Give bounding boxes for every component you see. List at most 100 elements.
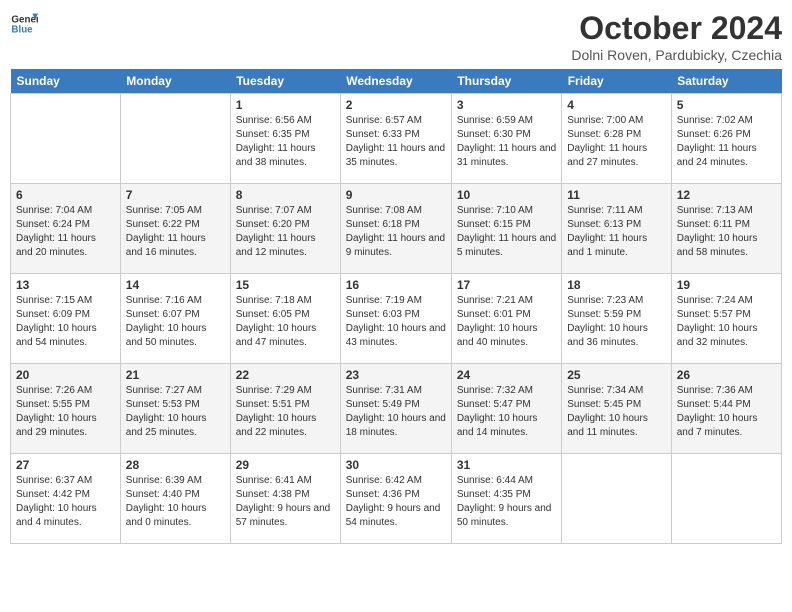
week-row-5: 27 Sunrise: 6:37 AM Sunset: 4:42 PM Dayli… <box>11 454 782 544</box>
day-info: Sunrise: 7:11 AM Sunset: 6:13 PM Dayligh… <box>567 204 666 260</box>
calendar-cell: 15 Sunrise: 7:18 AM Sunset: 6:05 PM Dayli… <box>230 274 340 364</box>
day-number: 7 <box>126 188 225 202</box>
day-number: 11 <box>567 188 666 202</box>
calendar-cell: 2 Sunrise: 6:57 AM Sunset: 6:33 PM Daylig… <box>340 94 451 184</box>
day-header-friday: Friday <box>562 69 672 94</box>
month-title: October 2024 <box>571 10 782 47</box>
day-number: 18 <box>567 278 666 292</box>
calendar-cell <box>671 454 781 544</box>
day-info: Sunrise: 6:59 AM Sunset: 6:30 PM Dayligh… <box>457 114 556 170</box>
day-info: Sunrise: 7:31 AM Sunset: 5:49 PM Dayligh… <box>346 384 446 440</box>
day-number: 24 <box>457 368 556 382</box>
calendar-cell: 11 Sunrise: 7:11 AM Sunset: 6:13 PM Dayli… <box>562 184 672 274</box>
day-info: Sunrise: 6:39 AM Sunset: 4:40 PM Dayligh… <box>126 474 225 530</box>
day-info: Sunrise: 6:42 AM Sunset: 4:36 PM Dayligh… <box>346 474 446 530</box>
calendar-table: SundayMondayTuesdayWednesdayThursdayFrid… <box>10 69 782 544</box>
calendar-cell: 16 Sunrise: 7:19 AM Sunset: 6:03 PM Dayli… <box>340 274 451 364</box>
day-info: Sunrise: 7:05 AM Sunset: 6:22 PM Dayligh… <box>126 204 225 260</box>
calendar-cell: 7 Sunrise: 7:05 AM Sunset: 6:22 PM Daylig… <box>120 184 230 274</box>
day-info: Sunrise: 7:21 AM Sunset: 6:01 PM Dayligh… <box>457 294 556 350</box>
day-info: Sunrise: 6:37 AM Sunset: 4:42 PM Dayligh… <box>16 474 115 530</box>
calendar-cell: 22 Sunrise: 7:29 AM Sunset: 5:51 PM Dayli… <box>230 364 340 454</box>
day-header-monday: Monday <box>120 69 230 94</box>
week-row-2: 6Sunrise: 7:04 AM Sunset: 6:24 PM Daylig… <box>11 184 782 274</box>
calendar-cell: 19Sunrise: 7:24 AM Sunset: 5:57 PM Dayli… <box>671 274 781 364</box>
calendar-cell: 13 Sunrise: 7:15 AM Sunset: 6:09 PM Dayli… <box>11 274 121 364</box>
day-info: Sunrise: 7:00 AM Sunset: 6:28 PM Dayligh… <box>567 114 666 170</box>
day-number: 14 <box>126 278 225 292</box>
calendar-cell: 28 Sunrise: 6:39 AM Sunset: 4:40 PM Dayli… <box>120 454 230 544</box>
calendar-cell: 6Sunrise: 7:04 AM Sunset: 6:24 PM Daylig… <box>11 184 121 274</box>
day-number: 22 <box>236 368 335 382</box>
calendar-cell: 23 Sunrise: 7:31 AM Sunset: 5:49 PM Dayli… <box>340 364 451 454</box>
location: Dolni Roven, Pardubicky, Czechia <box>571 47 782 63</box>
calendar-cell <box>120 94 230 184</box>
calendar-cell: 3 Sunrise: 6:59 AM Sunset: 6:30 PM Daylig… <box>451 94 561 184</box>
calendar-cell: 9Sunrise: 7:08 AM Sunset: 6:18 PM Daylig… <box>340 184 451 274</box>
day-number: 3 <box>457 98 556 112</box>
day-header-thursday: Thursday <box>451 69 561 94</box>
day-info: Sunrise: 6:41 AM Sunset: 4:38 PM Dayligh… <box>236 474 335 530</box>
day-info: Sunrise: 7:27 AM Sunset: 5:53 PM Dayligh… <box>126 384 225 440</box>
calendar-cell: 5Sunrise: 7:02 AM Sunset: 6:26 PM Daylig… <box>671 94 781 184</box>
day-info: Sunrise: 7:26 AM Sunset: 5:55 PM Dayligh… <box>16 384 115 440</box>
day-number: 2 <box>346 98 446 112</box>
day-info: Sunrise: 7:32 AM Sunset: 5:47 PM Dayligh… <box>457 384 556 440</box>
calendar-cell: 17 Sunrise: 7:21 AM Sunset: 6:01 PM Dayli… <box>451 274 561 364</box>
day-number: 23 <box>346 368 446 382</box>
day-number: 21 <box>126 368 225 382</box>
logo: General Blue <box>10 10 38 38</box>
day-info: Sunrise: 7:34 AM Sunset: 5:45 PM Dayligh… <box>567 384 666 440</box>
day-info: Sunrise: 6:56 AM Sunset: 6:35 PM Dayligh… <box>236 114 335 170</box>
calendar-cell: 20 Sunrise: 7:26 AM Sunset: 5:55 PM Dayli… <box>11 364 121 454</box>
day-number: 12 <box>677 188 776 202</box>
day-number: 20 <box>16 368 115 382</box>
day-number: 30 <box>346 458 446 472</box>
day-number: 1 <box>236 98 335 112</box>
day-number: 4 <box>567 98 666 112</box>
day-info: Sunrise: 7:15 AM Sunset: 6:09 PM Dayligh… <box>16 294 115 350</box>
day-number: 15 <box>236 278 335 292</box>
day-info: Sunrise: 7:13 AM Sunset: 6:11 PM Dayligh… <box>677 204 776 260</box>
calendar-cell: 10Sunrise: 7:10 AM Sunset: 6:15 PM Dayli… <box>451 184 561 274</box>
day-info: Sunrise: 6:57 AM Sunset: 6:33 PM Dayligh… <box>346 114 446 170</box>
day-header-sunday: Sunday <box>11 69 121 94</box>
day-info: Sunrise: 7:08 AM Sunset: 6:18 PM Dayligh… <box>346 204 446 260</box>
calendar-cell: 30 Sunrise: 6:42 AM Sunset: 4:36 PM Dayli… <box>340 454 451 544</box>
day-info: Sunrise: 7:02 AM Sunset: 6:26 PM Dayligh… <box>677 114 776 170</box>
week-row-1: 1 Sunrise: 6:56 AM Sunset: 6:35 PM Daylig… <box>11 94 782 184</box>
svg-text:Blue: Blue <box>11 24 33 35</box>
logo-icon: General Blue <box>10 10 38 38</box>
day-info: Sunrise: 7:29 AM Sunset: 5:51 PM Dayligh… <box>236 384 335 440</box>
day-number: 17 <box>457 278 556 292</box>
day-info: Sunrise: 7:23 AM Sunset: 5:59 PM Dayligh… <box>567 294 666 350</box>
day-info: Sunrise: 7:16 AM Sunset: 6:07 PM Dayligh… <box>126 294 225 350</box>
day-number: 27 <box>16 458 115 472</box>
day-info: Sunrise: 7:19 AM Sunset: 6:03 PM Dayligh… <box>346 294 446 350</box>
day-number: 13 <box>16 278 115 292</box>
calendar-cell: 31 Sunrise: 6:44 AM Sunset: 4:35 PM Dayli… <box>451 454 561 544</box>
day-number: 26 <box>677 368 776 382</box>
week-row-4: 20 Sunrise: 7:26 AM Sunset: 5:55 PM Dayli… <box>11 364 782 454</box>
page-header: General Blue October 2024 Dolni Roven, P… <box>10 10 782 63</box>
day-number: 31 <box>457 458 556 472</box>
day-info: Sunrise: 6:44 AM Sunset: 4:35 PM Dayligh… <box>457 474 556 530</box>
day-number: 10 <box>457 188 556 202</box>
title-block: October 2024 Dolni Roven, Pardubicky, Cz… <box>571 10 782 63</box>
calendar-cell: 26Sunrise: 7:36 AM Sunset: 5:44 PM Dayli… <box>671 364 781 454</box>
calendar-cell: 29 Sunrise: 6:41 AM Sunset: 4:38 PM Dayli… <box>230 454 340 544</box>
calendar-cell: 18 Sunrise: 7:23 AM Sunset: 5:59 PM Dayli… <box>562 274 672 364</box>
day-number: 25 <box>567 368 666 382</box>
calendar-cell <box>562 454 672 544</box>
day-number: 29 <box>236 458 335 472</box>
day-number: 28 <box>126 458 225 472</box>
day-info: Sunrise: 7:07 AM Sunset: 6:20 PM Dayligh… <box>236 204 335 260</box>
day-info: Sunrise: 7:04 AM Sunset: 6:24 PM Dayligh… <box>16 204 115 260</box>
day-info: Sunrise: 7:18 AM Sunset: 6:05 PM Dayligh… <box>236 294 335 350</box>
week-row-3: 13 Sunrise: 7:15 AM Sunset: 6:09 PM Dayli… <box>11 274 782 364</box>
calendar-cell: 4 Sunrise: 7:00 AM Sunset: 6:28 PM Daylig… <box>562 94 672 184</box>
day-number: 16 <box>346 278 446 292</box>
calendar-cell: 8Sunrise: 7:07 AM Sunset: 6:20 PM Daylig… <box>230 184 340 274</box>
calendar-cell: 21 Sunrise: 7:27 AM Sunset: 5:53 PM Dayli… <box>120 364 230 454</box>
header-row: SundayMondayTuesdayWednesdayThursdayFrid… <box>11 69 782 94</box>
